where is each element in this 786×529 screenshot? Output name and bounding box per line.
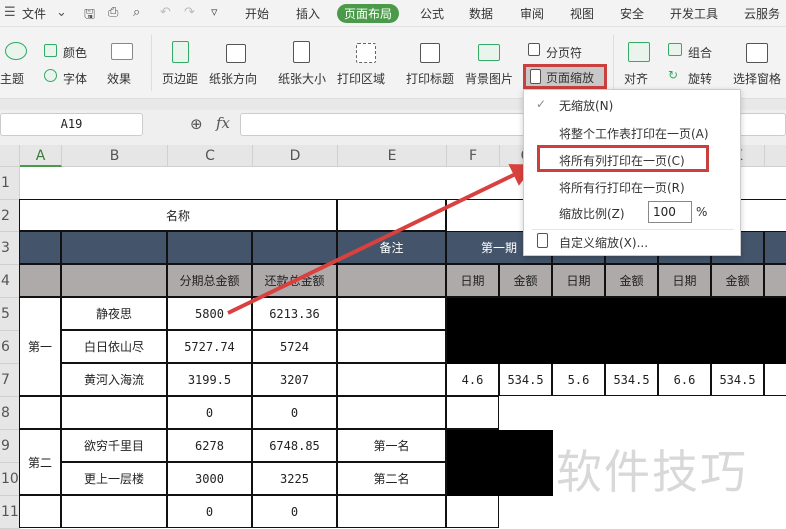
scale-label: 缩放比例(Z) — [559, 207, 625, 221]
menu-item-fit-columns[interactable]: 将所有列打印在一页(C) — [559, 152, 685, 169]
menu-item-custom-zoom[interactable]: 自定义缩放(X)... — [559, 234, 648, 251]
custom-zoom-icon — [537, 233, 548, 248]
check-icon: ✓ — [536, 97, 547, 111]
menu-item-fit-rows[interactable]: 将所有行打印在一页(R) — [559, 179, 685, 196]
scale-unit: % — [696, 205, 708, 219]
menu-item-no-scaling[interactable]: 无缩放(N) — [559, 97, 613, 114]
page-zoom-dropdown: ✓ 无缩放(N) 将整个工作表打印在一页(A) 将所有列打印在一页(C) 将所有… — [523, 89, 741, 256]
menu-item-fit-sheet[interactable]: 将整个工作表打印在一页(A) — [559, 125, 709, 142]
scale-input[interactable]: 100 — [648, 201, 692, 223]
watermark: 软件技巧 — [556, 445, 748, 499]
